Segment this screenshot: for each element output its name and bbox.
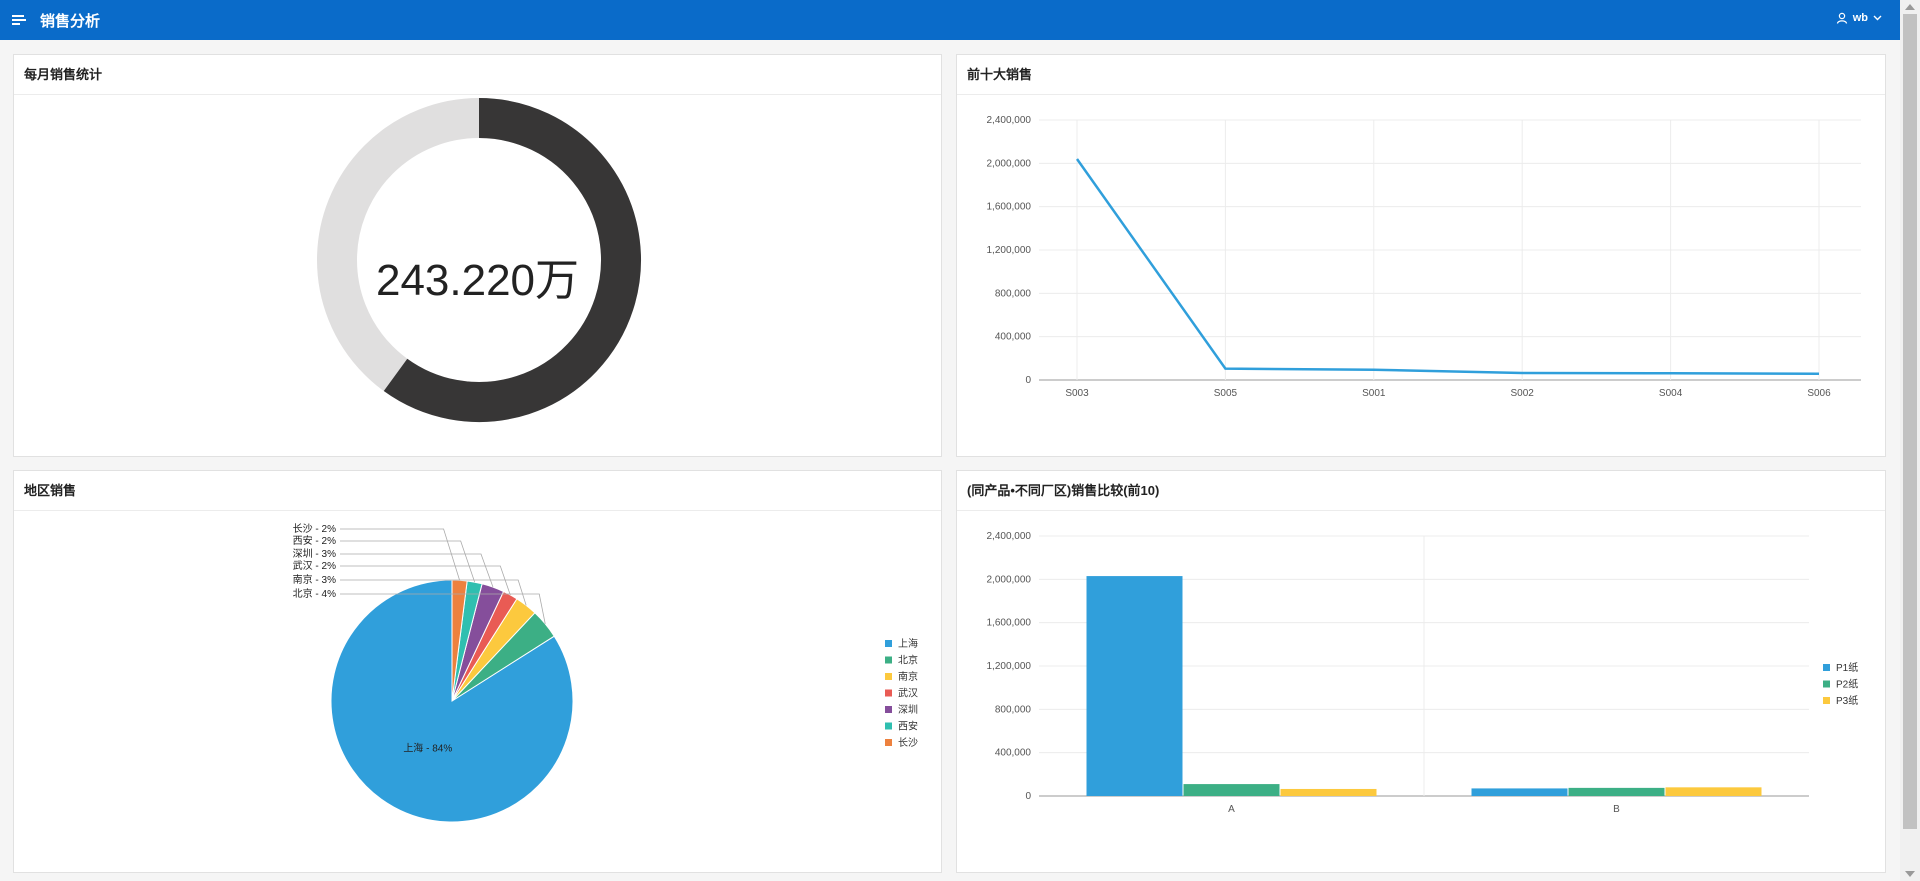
y-tick-label: 400,000 bbox=[995, 748, 1032, 759]
legend-label: P3纸 bbox=[1836, 694, 1858, 707]
bar bbox=[1086, 576, 1183, 796]
app-header: 销售分析 wb bbox=[0, 0, 1920, 40]
x-tick-label: S005 bbox=[1214, 388, 1238, 399]
pie-leader-line bbox=[340, 540, 476, 583]
compare-sales-card: (同产品•不同厂区)销售比较(前10) 0 400,000 800,000 1,200… bbox=[956, 470, 1886, 873]
y-tick-label: 400,000 bbox=[995, 332, 1032, 343]
bar bbox=[1568, 787, 1665, 796]
user-name: wb bbox=[1852, 12, 1868, 24]
legend-swatch bbox=[885, 689, 892, 697]
legend-swatch bbox=[885, 706, 892, 713]
pie-slice-label: 西安 - 2% bbox=[293, 534, 336, 547]
legend-swatch bbox=[885, 739, 892, 746]
legend-label: 西安 bbox=[898, 720, 918, 733]
legend-label: 深圳 bbox=[898, 704, 918, 716]
bar bbox=[1183, 784, 1280, 796]
app-title: 销售分析 bbox=[40, 13, 101, 30]
legend-swatch bbox=[885, 640, 892, 647]
line-chart: 0 400,000 800,000 1,200,000 1,600,000 2,000,0… bbox=[957, 96, 1885, 456]
monthly-sales-card: 每月销售统计 243.220万 bbox=[13, 54, 942, 457]
y-tick-label: 1,200,000 bbox=[987, 661, 1032, 672]
pie-leader-line bbox=[340, 528, 460, 581]
bar-chart: 0 400,000 800,000 1,200,000 1,600,000 2,000,0… bbox=[957, 512, 1885, 872]
y-tick-label: 2,000,000 bbox=[987, 574, 1032, 585]
x-tick-label: S001 bbox=[1362, 388, 1386, 399]
bar bbox=[1665, 787, 1762, 796]
x-tick-label: S004 bbox=[1659, 388, 1683, 399]
legend-label: 北京 bbox=[898, 654, 918, 667]
y-tick-label: 2,400,000 bbox=[987, 115, 1032, 126]
legend-swatch bbox=[1823, 680, 1830, 688]
user-menu[interactable]: wb bbox=[1836, 12, 1882, 24]
legend-swatch bbox=[1823, 697, 1830, 704]
legend-swatch bbox=[885, 722, 892, 730]
donut-center-value: 243.220万 bbox=[375, 256, 580, 305]
region-sales-card: 地区销售 上海 - 84% 北京 - 4% 南京 - 3% 武汉 - 2% 深圳 - 3… bbox=[13, 470, 942, 873]
card-title: 地区销售 bbox=[14, 471, 941, 511]
legend-label: 长沙 bbox=[898, 737, 918, 749]
y-tick-label: 2,000,000 bbox=[987, 158, 1032, 169]
legend-label: 南京 bbox=[898, 670, 918, 683]
y-tick-label: 0 bbox=[1025, 375, 1031, 386]
scroll-up-icon[interactable] bbox=[1905, 4, 1915, 10]
pie-slice-label: 南京 - 3% bbox=[293, 573, 336, 586]
card-title: 前十大销售 bbox=[957, 55, 1885, 95]
y-tick-label: 1,600,000 bbox=[987, 618, 1032, 629]
pie-slice-label: 上海 - 84% bbox=[403, 742, 452, 755]
menu-icon[interactable] bbox=[12, 12, 28, 28]
pie-slice-label: 深圳 - 3% bbox=[293, 548, 336, 560]
x-tick-label: S006 bbox=[1807, 388, 1831, 399]
y-tick-label: 800,000 bbox=[995, 288, 1032, 299]
pie-chart: 上海 - 84% 北京 - 4% 南京 - 3% 武汉 - 2% 深圳 - 3% 西安 -… bbox=[14, 512, 941, 872]
y-tick-label: 1,600,000 bbox=[987, 202, 1032, 213]
scroll-down-icon[interactable] bbox=[1905, 871, 1915, 877]
y-tick-label: 1,200,000 bbox=[987, 245, 1032, 256]
x-tick-label: S002 bbox=[1511, 388, 1535, 399]
legend-swatch bbox=[885, 656, 892, 664]
y-tick-label: 800,000 bbox=[995, 704, 1032, 715]
scroll-thumb[interactable] bbox=[1903, 14, 1917, 829]
user-icon bbox=[1836, 12, 1847, 24]
y-tick-label: 0 bbox=[1025, 791, 1031, 802]
card-title: 每月销售统计 bbox=[14, 55, 941, 95]
bar bbox=[1471, 788, 1568, 796]
series-line bbox=[1075, 158, 1820, 375]
legend-label: 武汉 bbox=[898, 687, 918, 700]
legend-swatch bbox=[885, 673, 892, 680]
x-tick-label: B bbox=[1613, 804, 1620, 815]
chevron-down-icon bbox=[1873, 15, 1882, 21]
legend-label: P1纸 bbox=[1836, 661, 1858, 674]
donut-chart: 243.220万 bbox=[14, 96, 941, 456]
card-title: (同产品•不同厂区)销售比较(前10) bbox=[957, 471, 1885, 511]
scrollbar[interactable] bbox=[1900, 0, 1920, 881]
x-tick-label: S003 bbox=[1065, 388, 1089, 399]
top10-sales-card: 前十大销售 0 400,000 800,000 1,200,000 1,600,000 2… bbox=[956, 54, 1886, 457]
bar bbox=[1280, 788, 1377, 796]
pie-slice-label: 武汉 - 2% bbox=[293, 559, 336, 572]
x-tick-label: A bbox=[1228, 804, 1235, 815]
legend-label: 上海 bbox=[898, 637, 918, 650]
y-tick-label: 2,400,000 bbox=[987, 531, 1032, 542]
pie-slice-label: 长沙 - 2% bbox=[293, 523, 336, 535]
pie-slice-label: 北京 - 4% bbox=[293, 587, 336, 600]
legend-swatch bbox=[1823, 664, 1830, 671]
legend-label: P2纸 bbox=[1836, 678, 1858, 691]
